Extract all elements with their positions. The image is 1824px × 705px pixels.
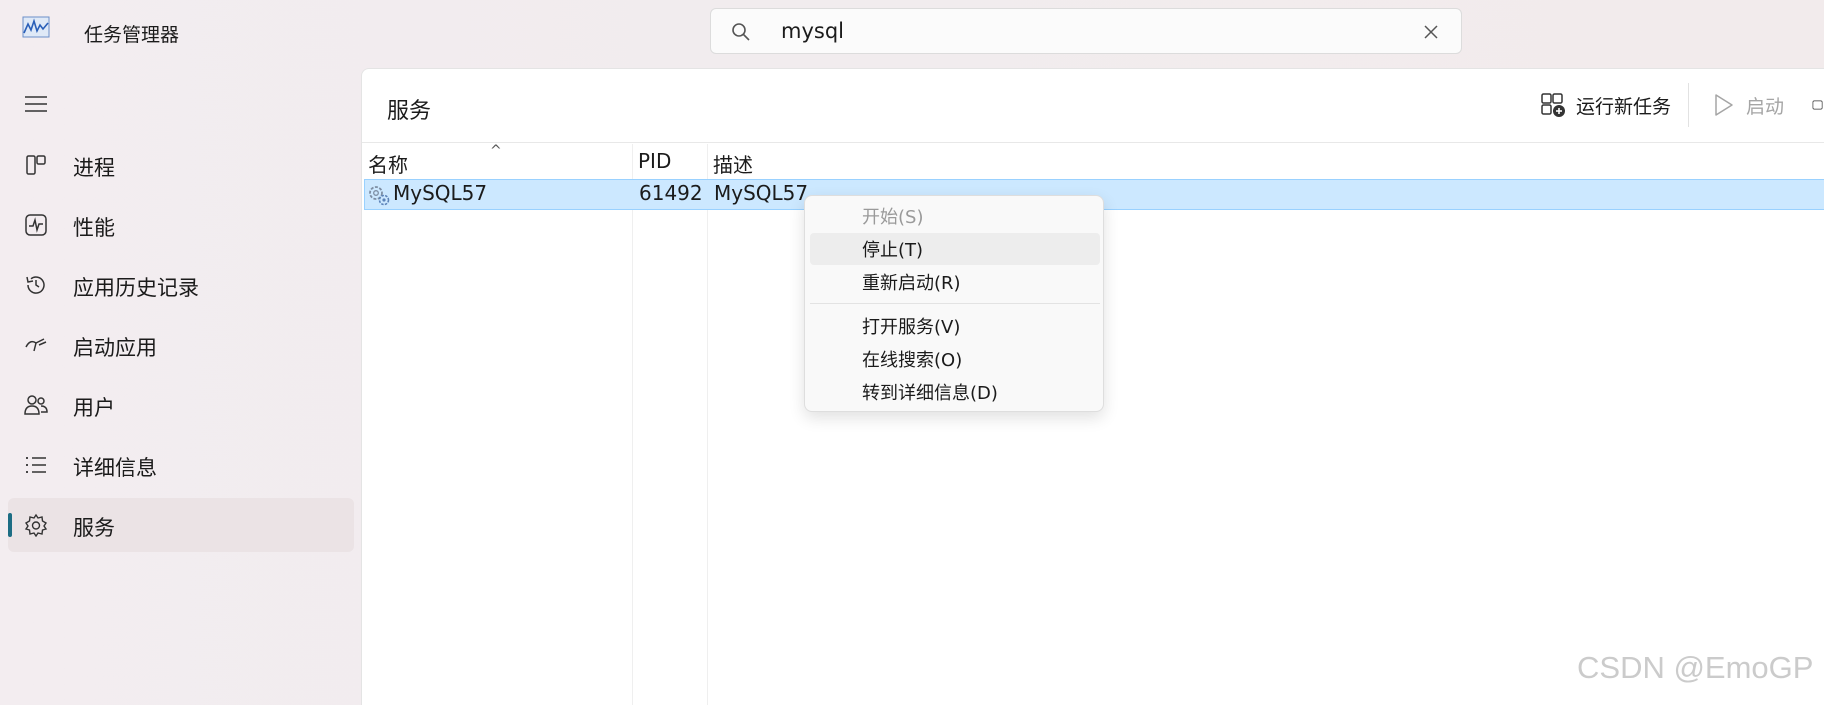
column-header-description[interactable]: 描述 [713, 149, 753, 178]
performance-icon [25, 214, 47, 236]
sidebar-item-label: 详细信息 [73, 456, 157, 480]
menu-item-label: 打开服务(V) [862, 317, 961, 338]
run-new-task-label: 运行新任务 [1576, 95, 1672, 118]
sidebar-item-label: 用户 [73, 396, 115, 420]
header-divider [362, 142, 1824, 143]
sidebar-item-label: 性能 [73, 216, 115, 240]
startup-icon [25, 338, 47, 352]
toolbar-divider [1688, 83, 1689, 127]
menu-item-open-services[interactable]: 打开服务(V) [810, 310, 1100, 342]
row-pid: 61492 [639, 181, 703, 205]
users-icon [24, 395, 48, 415]
details-list-icon [26, 457, 46, 473]
sidebar-item-performance[interactable]: 性能 [8, 198, 354, 252]
start-button[interactable]: 启动 [1710, 85, 1784, 125]
sidebar-item-services[interactable]: 服务 [8, 498, 354, 552]
sidebar-item-label: 进程 [73, 156, 115, 180]
sidebar-item-processes[interactable]: 进程 [8, 138, 354, 192]
menu-item-stop[interactable]: 停止(T) [810, 233, 1100, 265]
sidebar-item-label: 启动应用 [73, 336, 157, 360]
start-label: 启动 [1746, 95, 1785, 118]
sidebar-item-startup[interactable]: 启动应用 [8, 318, 354, 372]
menu-item-go-to-details[interactable]: 转到详细信息(D) [810, 376, 1100, 408]
search-box[interactable]: mysql [710, 8, 1462, 54]
task-manager-chart-icon [22, 16, 50, 38]
history-icon [26, 276, 45, 294]
menu-separator [810, 303, 1100, 304]
row-description: MySQL57 [714, 181, 809, 205]
sidebar-item-app-history[interactable]: 应用历史记录 [8, 258, 354, 312]
row-name: MySQL57 [393, 181, 488, 205]
stop-icon [1812, 100, 1823, 110]
watermark: CSDN @EmoGP [1577, 650, 1814, 685]
run-new-task-icon [1541, 93, 1565, 117]
close-icon[interactable] [1421, 22, 1441, 42]
app-title: 任务管理器 [84, 24, 180, 46]
sidebar-item-users[interactable]: 用户 [8, 378, 354, 432]
menu-item-label: 在线搜索(O) [862, 350, 963, 371]
processes-icon [26, 155, 46, 175]
menu-item-label: 转到详细信息(D) [862, 383, 998, 404]
sidebar-item-label: 服务 [73, 516, 115, 540]
menu-item-start[interactable]: 开始(S) [810, 200, 1100, 232]
sort-ascending-icon: ^ [490, 143, 502, 159]
context-menu: 开始(S) 停止(T) 重新启动(R) 打开服务(V) 在线搜索(O) 转到详细… [804, 195, 1104, 412]
sidebar-item-details[interactable]: 详细信息 [8, 438, 354, 492]
column-divider [707, 144, 708, 705]
hamburger-icon[interactable] [24, 94, 48, 114]
column-header-name[interactable]: 名称 [368, 149, 408, 178]
sidebar-item-label: 应用历史记录 [73, 276, 199, 300]
column-header-pid[interactable]: PID [638, 149, 671, 173]
run-new-task-button[interactable]: 运行新任务 [1540, 85, 1671, 125]
search-input[interactable]: mysql [781, 19, 844, 43]
service-gear-icon [369, 186, 390, 206]
search-icon [732, 23, 750, 41]
services-gear-icon [24, 513, 48, 537]
menu-item-search-online[interactable]: 在线搜索(O) [810, 343, 1100, 375]
menu-item-label: 开始(S) [862, 207, 924, 228]
menu-item-restart[interactable]: 重新启动(R) [810, 266, 1100, 298]
menu-item-label: 停止(T) [862, 240, 924, 261]
play-icon [1715, 94, 1733, 116]
menu-item-label: 重新启动(R) [862, 273, 961, 294]
column-divider [632, 144, 633, 705]
page-title: 服务 [387, 99, 432, 124]
more-toolbar-button[interactable] [1812, 85, 1824, 125]
